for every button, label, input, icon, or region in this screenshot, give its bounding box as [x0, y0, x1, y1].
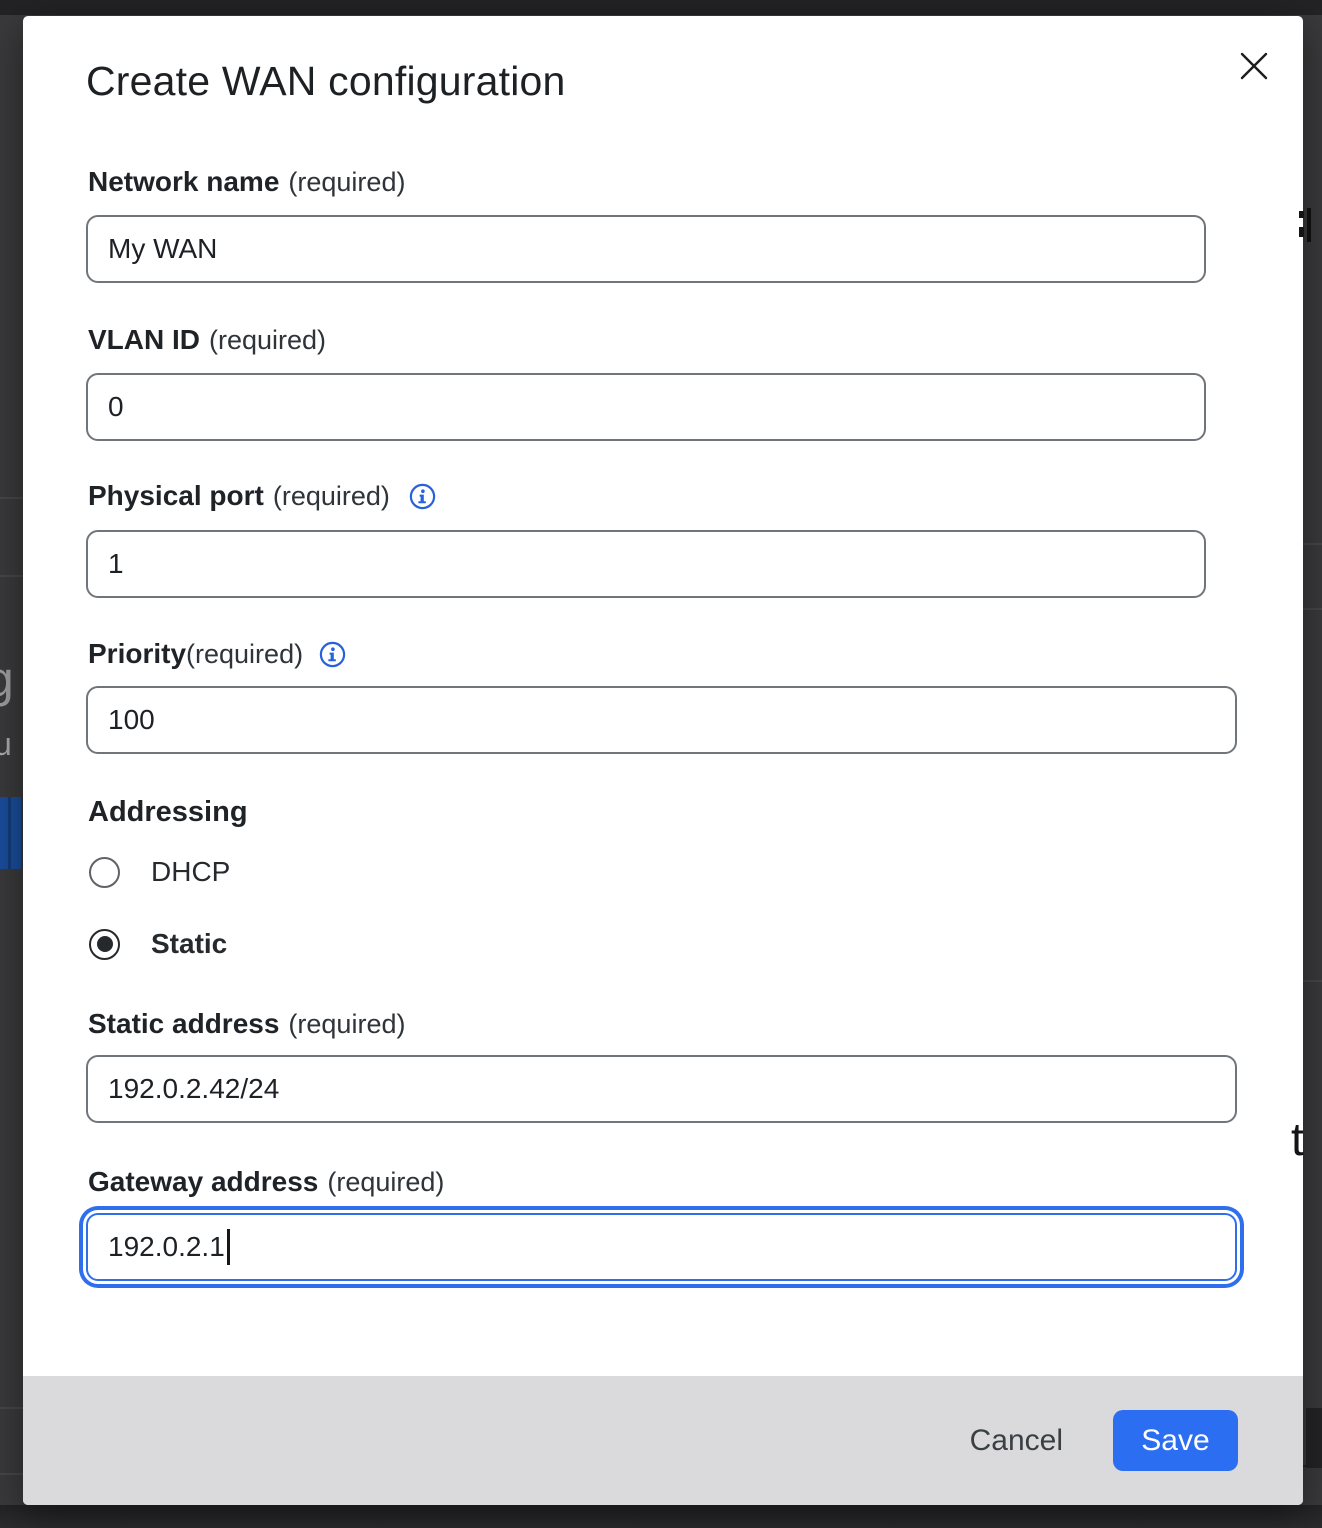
required-hint: (required) [209, 325, 326, 356]
gateway-address-input[interactable]: 192.0.2.1 [86, 1213, 1237, 1281]
radio-selected-icon[interactable] [89, 929, 120, 960]
background-table-line [0, 575, 23, 577]
create-wan-configuration-dialog: Create WAN configuration Network name (r… [23, 16, 1303, 1505]
background-bottom-band [0, 1505, 1322, 1528]
vlan-id-input[interactable] [86, 373, 1206, 441]
background-text-fragment [1299, 211, 1304, 218]
dialog-footer: Cancel Save [23, 1376, 1303, 1505]
close-icon [1239, 51, 1269, 81]
background-top-band [0, 0, 1322, 15]
network-name-input[interactable] [86, 215, 1206, 283]
required-hint: (required) [273, 481, 390, 512]
priority-input[interactable] [86, 686, 1237, 754]
label-text: Physical port [88, 480, 264, 512]
label-text: Gateway address [88, 1166, 318, 1198]
radio-option-static[interactable]: Static [89, 928, 227, 960]
radio-label: Static [151, 928, 227, 960]
required-hint: (required) [327, 1167, 444, 1198]
input-value: 192.0.2.1 [108, 1231, 225, 1263]
background-button-fragment [0, 797, 21, 869]
info-icon[interactable] [319, 641, 346, 668]
save-button[interactable]: Save [1113, 1410, 1238, 1471]
background-scrollbar-fragment [1306, 1408, 1322, 1468]
label-text: VLAN ID [88, 324, 200, 356]
label-text: Static address [88, 1008, 279, 1040]
dialog-title: Create WAN configuration [86, 58, 566, 105]
static-address-label: Static address (required) [88, 1008, 405, 1040]
cancel-button[interactable]: Cancel [966, 1414, 1067, 1468]
info-icon[interactable] [409, 483, 436, 510]
radio-label: DHCP [151, 856, 230, 888]
background-table-line [1303, 980, 1322, 982]
background-text-fragment [1299, 227, 1304, 237]
vlan-id-label: VLAN ID (required) [88, 324, 326, 356]
background-text-fragment [1307, 208, 1311, 242]
radio-unselected-icon[interactable] [89, 857, 120, 888]
required-hint: (required) [288, 1009, 405, 1040]
background-table-line [0, 1473, 23, 1475]
network-name-label: Network name (required) [88, 166, 405, 198]
required-hint: (required) [288, 167, 405, 198]
screen-overlay: g u t Create WAN configuration Network n… [0, 0, 1322, 1528]
label-text: Network name [88, 166, 279, 198]
physical-port-input[interactable] [86, 530, 1206, 598]
text-caret [227, 1229, 230, 1265]
gateway-address-label: Gateway address (required) [88, 1166, 444, 1198]
background-text-fragment: g [0, 650, 14, 708]
background-table-line [1303, 543, 1322, 545]
priority-label: Priority (required) [88, 638, 346, 670]
close-button[interactable] [1230, 42, 1278, 90]
addressing-heading: Addressing [88, 796, 248, 829]
background-table-line [1303, 608, 1322, 610]
background-text-fragment: t [1291, 1112, 1304, 1166]
label-text: Priority [88, 638, 186, 670]
physical-port-label: Physical port (required) [88, 480, 436, 512]
background-table-line [0, 1407, 23, 1409]
background-text-fragment: u [0, 726, 12, 763]
background-table-line [0, 497, 23, 499]
radio-option-dhcp[interactable]: DHCP [89, 856, 230, 888]
static-address-input[interactable] [86, 1055, 1237, 1123]
required-hint: (required) [186, 639, 303, 670]
